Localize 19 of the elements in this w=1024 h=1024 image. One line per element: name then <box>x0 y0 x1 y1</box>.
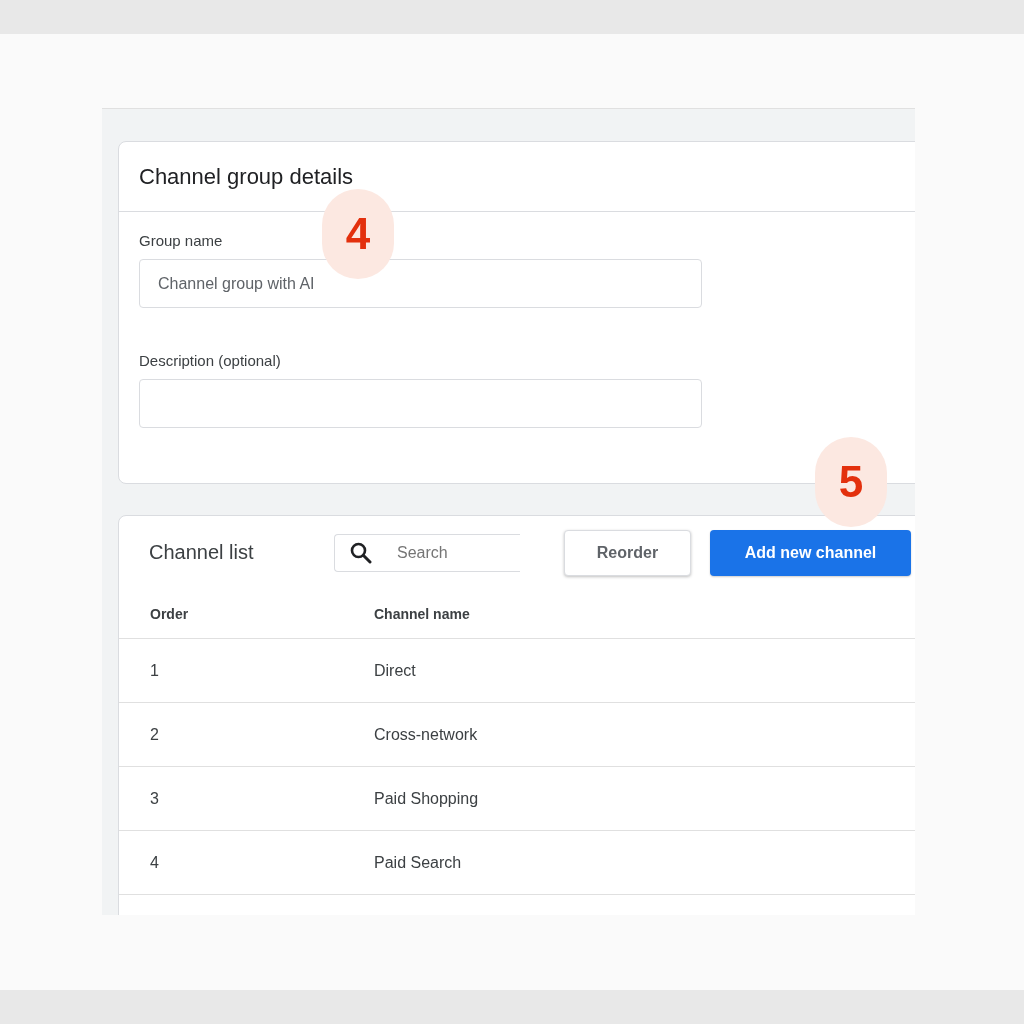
column-header: Channel name <box>374 605 470 622</box>
table-cell: Direct <box>374 661 416 680</box>
input-field[interactable]: Channel group with AI <box>139 259 702 308</box>
table-cell: 4 <box>150 853 159 872</box>
table-cell: Paid Shopping <box>374 789 479 808</box>
table-cell: Paid Search <box>374 853 462 872</box>
field-label: Group name <box>139 232 223 249</box>
table-cell: 2 <box>150 725 159 744</box>
table-cell: 1 <box>150 661 159 680</box>
input-field[interactable] <box>139 379 702 428</box>
table-cell: 3 <box>150 789 159 808</box>
column-header: Order <box>150 605 189 622</box>
table-cell: Cross-network <box>374 725 478 744</box>
card-title: Channel group details <box>139 163 354 190</box>
search-field[interactable]: Search <box>334 533 520 572</box>
field-label: Description (optional) <box>139 352 281 369</box>
card-title: Channel list <box>149 541 255 564</box>
reorder-button[interactable]: Reorder <box>564 529 691 576</box>
add-button[interactable]: Add new channel <box>710 529 911 576</box>
